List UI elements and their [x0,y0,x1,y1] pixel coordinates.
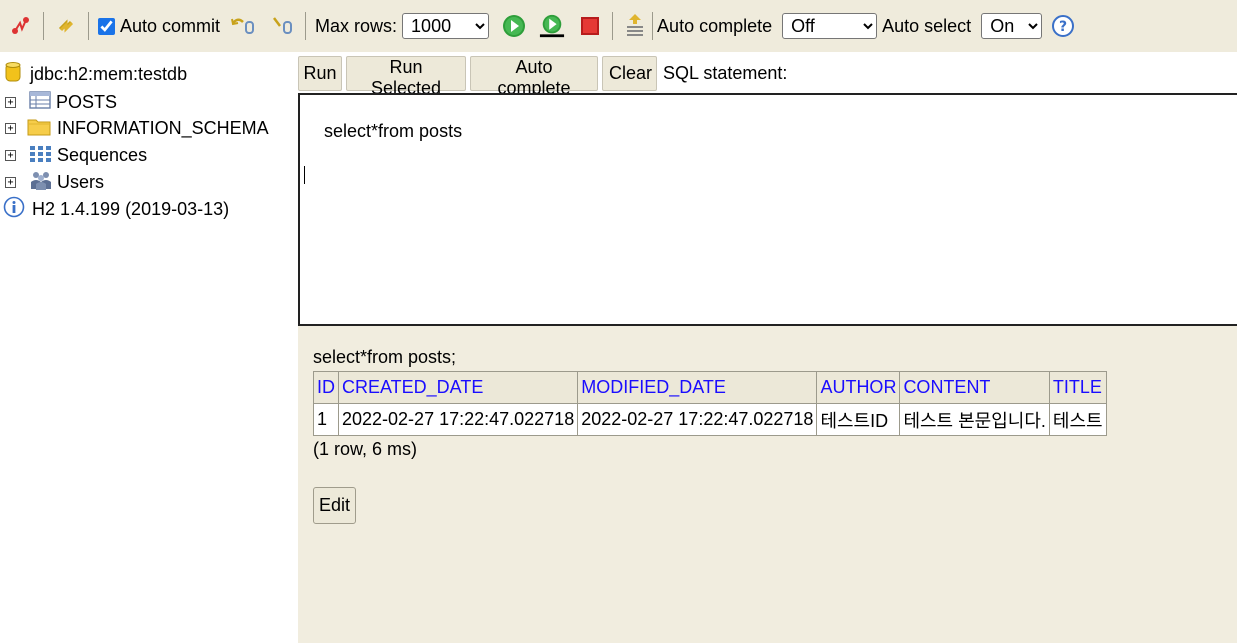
folder-icon [27,116,51,141]
table-cell: 테스트ID [816,403,901,436]
database-icon [4,61,22,88]
edit-button[interactable]: Edit [313,487,356,524]
result-table: ID CREATED_DATE MODIFIED_DATE AUTHOR CON… [313,371,1107,436]
tree-item-posts[interactable]: + POSTS [0,90,117,114]
tree-item-label: Sequences [57,144,148,165]
max-rows-label: Max rows: [315,15,398,36]
refresh-icon[interactable] [53,13,79,39]
column-header-author[interactable]: AUTHOR [816,371,901,404]
table-row: 1 2022-02-27 17:22:47.022718 2022-02-27 … [313,403,1107,436]
tree-connection[interactable]: jdbc:h2:mem:testdb [4,61,188,88]
text-caret [304,166,305,184]
stop-icon[interactable] [577,13,603,39]
table-cell: 2022-02-27 17:22:47.022718 [577,403,818,436]
version-label: H2 1.4.199 (2019-03-13) [32,198,230,219]
tree-item-users[interactable]: + Users [0,170,104,194]
auto-complete-label: Auto complete [657,15,773,36]
run-button[interactable]: Run [298,55,342,91]
users-icon [29,169,53,196]
auto-select-select[interactable]: On [981,13,1043,39]
expand-icon[interactable]: + [5,176,16,188]
toolbar-separator [612,12,614,40]
toolbar-separator [652,12,654,40]
column-header-modified-date[interactable]: MODIFIED_DATE [577,371,818,404]
table-cell: 1 [313,403,339,436]
tree-item-information-schema[interactable]: + INFORMATION_SCHEMA [0,116,269,140]
column-header-created-date[interactable]: CREATED_DATE [337,371,579,404]
history-icon[interactable] [622,13,648,39]
expand-icon[interactable]: + [5,122,16,134]
svg-text:?: ? [1059,19,1067,35]
table-cell: 테스트 [1048,403,1107,436]
toolbar-separator [88,12,89,40]
help-icon[interactable]: ? [1050,13,1076,39]
tree-version: H2 1.4.199 (2019-03-13) [3,196,230,223]
run-selected-icon[interactable] [539,13,565,39]
query-buttons-bar: Run Run Selected Auto complete Clear SQL… [298,52,1237,98]
table-header-row: ID CREATED_DATE MODIFIED_DATE AUTHOR CON… [313,371,1107,404]
sql-statement-label: SQL statement: [663,62,788,83]
tree-item-label: Users [57,171,105,192]
table-cell: 테스트 본문입니다. [899,403,1050,436]
auto-complete-select[interactable]: Off [782,13,878,39]
run-selected-button[interactable]: Run Selected [346,55,466,98]
auto-commit-checkbox[interactable] [98,17,115,35]
expand-icon[interactable]: + [5,149,16,161]
tree-item-sequences[interactable]: + Sequences [0,143,147,167]
rollback-icon[interactable] [230,13,256,39]
result-statement: select*from posts; [313,347,457,367]
commit-icon[interactable] [270,13,296,39]
result-summary: (1 row, 6 ms) [313,439,418,459]
table-icon [29,90,51,114]
auto-complete-button[interactable]: Auto complete [470,55,598,98]
toolbar-separator [43,12,44,40]
sequences-icon [29,144,53,167]
sql-editor[interactable]: select*from posts [298,93,1237,326]
auto-commit-label: Auto commit [120,15,221,36]
connection-url: jdbc:h2:mem:testdb [30,63,188,84]
run-icon[interactable] [501,13,527,39]
query-panel: Run Run Selected Auto complete Clear SQL… [298,52,1237,643]
toolbar-separator [305,12,307,40]
auto-select-label: Auto select [882,15,972,36]
sql-text: select*from posts [324,121,463,141]
info-icon [3,196,25,223]
expand-icon[interactable]: + [5,96,16,108]
object-tree: jdbc:h2:mem:testdb + POSTS + INFORMATION… [0,52,298,643]
toolbar: Auto commit Max rows: 1000 Auto complete… [0,0,1237,52]
table-cell: 2022-02-27 17:22:47.022718 [337,403,579,436]
tree-item-label: INFORMATION_SCHEMA [57,117,269,138]
max-rows-select[interactable]: 1000 [402,13,490,39]
column-header-id[interactable]: ID [313,371,339,404]
disconnect-icon[interactable] [8,13,34,39]
column-header-content[interactable]: CONTENT [899,371,1050,404]
tree-item-label: POSTS [56,91,118,112]
clear-button[interactable]: Clear [602,55,657,91]
column-header-title[interactable]: TITLE [1048,371,1107,404]
